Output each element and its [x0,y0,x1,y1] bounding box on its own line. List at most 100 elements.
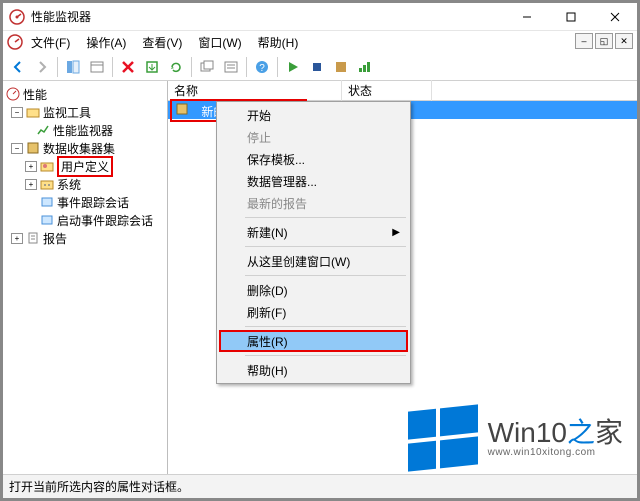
minimize-button[interactable] [505,3,549,31]
tree-data-collectors[interactable]: − 数据收集器集 [3,139,167,157]
menu-file[interactable]: 文件(F) [23,32,78,53]
show-hide-button[interactable] [62,56,84,78]
mdi-minimize[interactable]: ‒ [575,33,593,49]
refresh-button[interactable] [165,56,187,78]
mdi-restore[interactable]: ◱ [595,33,613,49]
start-button[interactable] [282,56,304,78]
ctx-help[interactable]: 帮助(H) [219,359,408,381]
menu-action[interactable]: 操作(A) [78,32,134,53]
tree-label: 事件跟踪会话 [57,194,129,211]
window-title: 性能监视器 [31,8,505,25]
separator-icon [245,355,406,356]
separator-icon [245,326,406,327]
folder-icon [25,104,41,120]
ctx-delete[interactable]: 删除(D) [219,279,408,301]
user-folder-icon [39,158,55,174]
separator-icon [277,57,278,77]
menu-window[interactable]: 窗口(W) [190,32,249,53]
context-menu: 开始 停止 保存模板... 数据管理器... 最新的报告 新建(N)▶ 从这里创… [216,101,411,384]
tree-event-sessions[interactable]: 事件跟踪会话 [3,193,167,211]
close-button[interactable] [593,3,637,31]
ctx-label: 保存模板... [247,151,305,168]
ctx-refresh[interactable]: 刷新(F) [219,301,408,323]
expand-icon[interactable]: + [25,179,37,190]
tree-label: 启动事件跟踪会话 [57,212,153,229]
ctx-label: 数据管理器... [247,173,317,190]
col-status[interactable]: 状态 [342,80,432,101]
separator-icon [245,246,406,247]
tree-system[interactable]: + 系统 [3,175,167,193]
new-window-button[interactable] [196,56,218,78]
ctx-save-template[interactable]: 保存模板... [219,148,408,170]
brand-suffix: 之 [567,417,595,448]
window-controls [505,3,637,30]
separator-icon [191,57,192,77]
ctx-label: 从这里创建窗口(W) [247,253,350,270]
menu-view[interactable]: 查看(V) [134,32,190,53]
submenu-arrow-icon: ▶ [392,227,400,238]
brand-last: 家 [595,417,623,448]
brand-url: www.win10xitong.com [488,447,623,458]
help-button[interactable]: ? [251,56,273,78]
ctx-label: 删除(D) [247,282,288,299]
menubar: 文件(F) 操作(A) 查看(V) 窗口(W) 帮助(H) ‒ ◱ ✕ [3,31,637,53]
toolbar: ? [3,53,637,81]
ctx-data-manager[interactable]: 数据管理器... [219,170,408,192]
ctx-start[interactable]: 开始 [219,104,408,126]
ctx-label: 刷新(F) [247,304,286,321]
mdi-controls: ‒ ◱ ✕ [575,33,633,49]
maximize-button[interactable] [549,3,593,31]
expand-icon[interactable]: + [25,161,37,172]
watermark: Win10之家 www.win10xitong.com [408,408,623,468]
collapse-icon[interactable]: − [11,143,23,154]
back-button[interactable] [7,56,29,78]
system-icon [39,176,55,192]
app-icon [9,9,25,25]
tree-user-defined[interactable]: + 用户定义 [3,157,167,175]
export-button[interactable] [141,56,163,78]
expand-icon[interactable]: + [11,233,23,244]
titlebar: 性能监视器 [3,3,637,31]
tree-startup-sessions[interactable]: 启动事件跟踪会话 [3,211,167,229]
chart-icon [35,122,51,138]
ctx-properties[interactable]: 属性(R) [219,330,408,352]
highlight-box: 用户定义 [57,156,113,177]
menu-help[interactable]: 帮助(H) [250,32,307,53]
ctx-new[interactable]: 新建(N)▶ [219,221,408,243]
collector-icon [25,140,41,156]
forward-button[interactable] [31,56,53,78]
ctx-label: 帮助(H) [247,362,288,379]
ctx-latest-report: 最新的报告 [219,192,408,214]
tree-label: 报告 [43,230,67,247]
tree-label: 数据收集器集 [43,140,115,157]
windows-logo-icon [408,404,478,471]
session-icon [39,194,55,210]
tree-label: 系统 [57,176,81,193]
tree-label: 监视工具 [43,104,91,121]
ctx-label: 最新的报告 [247,195,307,212]
svg-text:?: ? [259,63,265,74]
tree-root[interactable]: 性能 [3,85,167,103]
log-button[interactable] [330,56,352,78]
tree-reports[interactable]: + 报告 [3,229,167,247]
chart-button[interactable] [354,56,376,78]
perf-icon [5,86,21,102]
mdi-close[interactable]: ✕ [615,33,633,49]
ctx-label: 停止 [247,129,271,146]
separator-icon [245,217,406,218]
tree-pane[interactable]: 性能 − 监视工具 性能监视器 − 数据收集器集 + 用户定义 [3,81,168,474]
brand-prefix: Win10 [488,417,567,448]
collapse-icon[interactable]: − [11,107,23,118]
tree-perf-monitor[interactable]: 性能监视器 [3,121,167,139]
separator-icon [245,275,406,276]
ctx-new-window[interactable]: 从这里创建窗口(W) [219,250,408,272]
separator-icon [246,57,247,77]
tree-root-label: 性能 [23,86,47,103]
properties-button[interactable] [86,56,108,78]
view-button[interactable] [220,56,242,78]
delete-button[interactable] [117,56,139,78]
tree-monitor-tools[interactable]: − 监视工具 [3,103,167,121]
ctx-label: 开始 [247,107,271,124]
statusbar: 打开当前所选内容的属性对话框。 [3,474,637,498]
stop-button[interactable] [306,56,328,78]
